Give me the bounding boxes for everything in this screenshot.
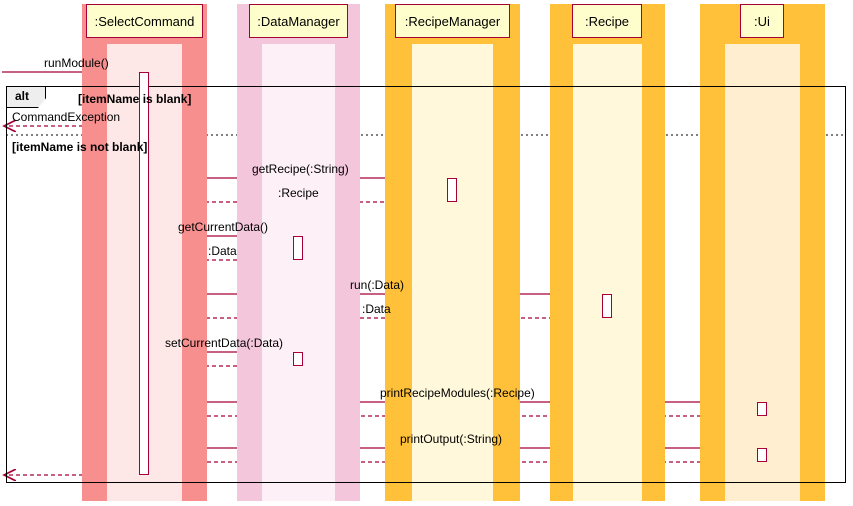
msg-set-current-data: setCurrentData(:Data): [165, 336, 283, 350]
msg-run-module: runModule(): [44, 56, 109, 70]
msg-print-output: printOutput(:String): [400, 432, 502, 446]
activation-data-manager-1: [293, 236, 303, 260]
msg-ret-recipe: :Recipe: [278, 186, 319, 200]
participant-label: :Recipe: [585, 14, 629, 29]
participant-label: :SelectCommand: [95, 14, 195, 29]
activation-ui-1: [757, 402, 767, 416]
msg-run: run(:Data): [350, 278, 404, 292]
participant-data-manager: :DataManager: [249, 4, 348, 38]
lane-ui: [700, 4, 825, 501]
msg-command-exception: CommandException: [12, 110, 120, 124]
activation-recipe: [602, 294, 612, 318]
participant-select-command: :SelectCommand: [86, 4, 203, 38]
participant-label: :Ui: [754, 14, 770, 29]
lane-recipe: [550, 4, 665, 501]
participant-recipe: :Recipe: [572, 4, 642, 38]
guard-not-blank: [itemName is not blank]: [12, 140, 147, 154]
guard-blank: [itemName is blank]: [78, 92, 191, 106]
msg-print-recipe-modules: printRecipeModules(:Recipe): [380, 386, 535, 400]
msg-ret-data-1: :Data: [208, 244, 237, 258]
activation-data-manager-2: [293, 352, 303, 366]
activation-recipe-manager: [447, 178, 457, 202]
participant-label: :RecipeManager: [405, 14, 500, 29]
activation-select-command: [139, 72, 149, 475]
msg-get-current-data: getCurrentData(): [178, 220, 268, 234]
msg-get-recipe: getRecipe(:String): [252, 162, 349, 176]
participant-recipe-manager: :RecipeManager: [395, 4, 510, 38]
participant-label: :DataManager: [257, 14, 339, 29]
msg-ret-data-2: :Data: [362, 302, 391, 316]
lane-recipe-manager: [385, 4, 520, 501]
participant-ui: :Ui: [740, 4, 784, 38]
activation-ui-2: [757, 448, 767, 462]
